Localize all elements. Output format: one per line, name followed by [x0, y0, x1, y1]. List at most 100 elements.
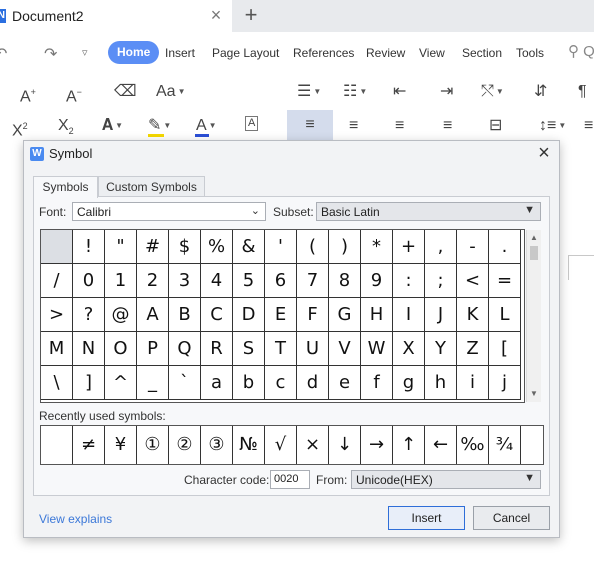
symbol-cell[interactable]: c: [265, 366, 297, 400]
symbol-cell[interactable]: !: [73, 230, 105, 264]
recent-symbol-cell[interactable]: ¥: [105, 426, 137, 464]
symbol-cell[interactable]: $: [169, 230, 201, 264]
change-case-icon[interactable]: Aa ▼: [156, 82, 186, 102]
numbering-icon[interactable]: ☷ ▼: [343, 82, 367, 102]
recent-symbol-cell[interactable]: ↑: [393, 426, 425, 464]
symbol-cell[interactable]: I: [393, 298, 425, 332]
symbol-cell[interactable]: 4: [201, 264, 233, 298]
symbol-cell[interactable]: K: [457, 298, 489, 332]
symbol-cell[interactable]: F: [297, 298, 329, 332]
character-border-icon[interactable]: A: [245, 116, 259, 131]
symbol-cell[interactable]: &: [233, 230, 265, 264]
symbol-cell[interactable]: M: [41, 332, 73, 366]
symbol-cell[interactable]: :: [393, 264, 425, 298]
symbol-cell[interactable]: ;: [425, 264, 457, 298]
decrease-indent-icon[interactable]: ⇤: [393, 82, 406, 102]
symbol-cell[interactable]: ^: [105, 366, 137, 400]
grid-scrollbar[interactable]: ▲ ▼: [526, 230, 541, 402]
symbol-cell[interactable]: Y: [425, 332, 457, 366]
subscript-icon[interactable]: X2: [58, 116, 74, 141]
menu-references[interactable]: References: [293, 46, 354, 60]
superscript-icon[interactable]: X2: [12, 116, 28, 141]
symbol-cell[interactable]: ): [329, 230, 361, 264]
symbol-cell[interactable]: ': [265, 230, 297, 264]
symbol-cell[interactable]: 0: [73, 264, 105, 298]
recent-symbol-cell[interactable]: ≠: [73, 426, 105, 464]
symbol-cell[interactable]: -: [457, 230, 489, 264]
from-select[interactable]: Unicode(HEX) ▼: [351, 470, 541, 489]
recent-symbol-cell[interactable]: ←: [425, 426, 457, 464]
more-toolbar-icon[interactable]: ≡: [584, 116, 593, 136]
scroll-up-icon[interactable]: ▲: [527, 232, 541, 244]
symbol-cell[interactable]: .: [489, 230, 521, 264]
undo-icon[interactable]: ↶: [0, 44, 7, 64]
recent-symbol-cell[interactable]: ¾: [489, 426, 521, 464]
symbol-cell[interactable]: H: [361, 298, 393, 332]
symbol-cell[interactable]: P: [137, 332, 169, 366]
symbol-cell[interactable]: %: [201, 230, 233, 264]
close-dialog-icon[interactable]: ×: [534, 143, 554, 163]
redo-icon[interactable]: ↷: [44, 44, 57, 64]
symbol-cell[interactable]: @: [105, 298, 137, 332]
symbol-cell[interactable]: (: [297, 230, 329, 264]
clear-format-icon[interactable]: ⌫: [114, 82, 137, 102]
symbol-cell[interactable]: \: [41, 366, 73, 400]
symbol-cell[interactable]: d: [297, 366, 329, 400]
justify-icon[interactable]: ≡: [443, 116, 452, 136]
symbol-cell[interactable]: T: [265, 332, 297, 366]
symbol-cell[interactable]: L: [489, 298, 521, 332]
menu-home[interactable]: Home: [108, 41, 160, 64]
symbol-cell[interactable]: e: [329, 366, 361, 400]
symbol-cell[interactable]: *: [361, 230, 393, 264]
recent-symbol-cell[interactable]: ②: [169, 426, 201, 464]
recent-symbol-cell[interactable]: ‰: [457, 426, 489, 464]
symbol-cell[interactable]: 1: [105, 264, 137, 298]
new-tab-icon[interactable]: +: [240, 4, 262, 26]
symbol-cell[interactable]: 6: [265, 264, 297, 298]
scroll-down-icon[interactable]: ▼: [527, 388, 541, 400]
symbol-cell[interactable]: [: [489, 332, 521, 366]
bullets-icon[interactable]: ☰ ▼: [297, 82, 321, 102]
symbol-cell[interactable]: i: [457, 366, 489, 400]
text-effect-icon[interactable]: 𝐀 ▼: [102, 116, 123, 136]
symbol-cell[interactable]: S: [233, 332, 265, 366]
recent-symbol-cell[interactable]: ③: [201, 426, 233, 464]
symbol-cell[interactable]: ]: [73, 366, 105, 400]
symbol-cell[interactable]: 2: [137, 264, 169, 298]
tab-custom-symbols[interactable]: Custom Symbols: [98, 176, 205, 197]
recent-symbol-cell[interactable]: №: [233, 426, 265, 464]
symbol-cell[interactable]: R: [201, 332, 233, 366]
increase-font-size-icon[interactable]: A+: [20, 82, 36, 107]
symbol-cell[interactable]: 7: [297, 264, 329, 298]
close-tab-icon[interactable]: ×: [207, 6, 225, 24]
symbol-cell[interactable]: a: [201, 366, 233, 400]
sort-icon[interactable]: ⤲ ▼: [481, 82, 504, 102]
character-code-input[interactable]: 0020: [270, 470, 310, 489]
symbol-cell[interactable]: 5: [233, 264, 265, 298]
symbol-cell[interactable]: D: [233, 298, 265, 332]
paragraph-mark-icon[interactable]: ¶: [578, 82, 587, 102]
menu-tools[interactable]: Tools: [516, 46, 544, 60]
symbol-cell[interactable]: _: [137, 366, 169, 400]
symbol-cell[interactable]: E: [265, 298, 297, 332]
symbol-cell[interactable]: V: [329, 332, 361, 366]
symbol-cell[interactable]: h: [425, 366, 457, 400]
recent-symbol-cell[interactable]: ①: [137, 426, 169, 464]
symbol-cell[interactable]: 3: [169, 264, 201, 298]
symbol-cell[interactable]: #: [137, 230, 169, 264]
search-icon[interactable]: ⚲ Q: [568, 42, 594, 64]
align-center-icon[interactable]: ≡: [349, 116, 358, 136]
increase-indent-icon[interactable]: ⇥: [440, 82, 453, 102]
recent-symbol-cell[interactable]: √: [265, 426, 297, 464]
customize-quick-access-icon[interactable]: ▿: [82, 46, 88, 59]
view-explains-link[interactable]: View explains: [39, 512, 112, 526]
symbol-cell[interactable]: >: [41, 298, 73, 332]
symbol-cell[interactable]: X: [393, 332, 425, 366]
distributed-icon[interactable]: ⊟: [489, 116, 502, 136]
insert-button[interactable]: Insert: [388, 506, 465, 530]
symbol-cell[interactable]: 9: [361, 264, 393, 298]
symbol-cell[interactable]: [41, 230, 73, 264]
tab-symbols[interactable]: Symbols: [33, 176, 98, 198]
cancel-button[interactable]: Cancel: [473, 506, 550, 530]
menu-insert[interactable]: Insert: [165, 46, 195, 60]
